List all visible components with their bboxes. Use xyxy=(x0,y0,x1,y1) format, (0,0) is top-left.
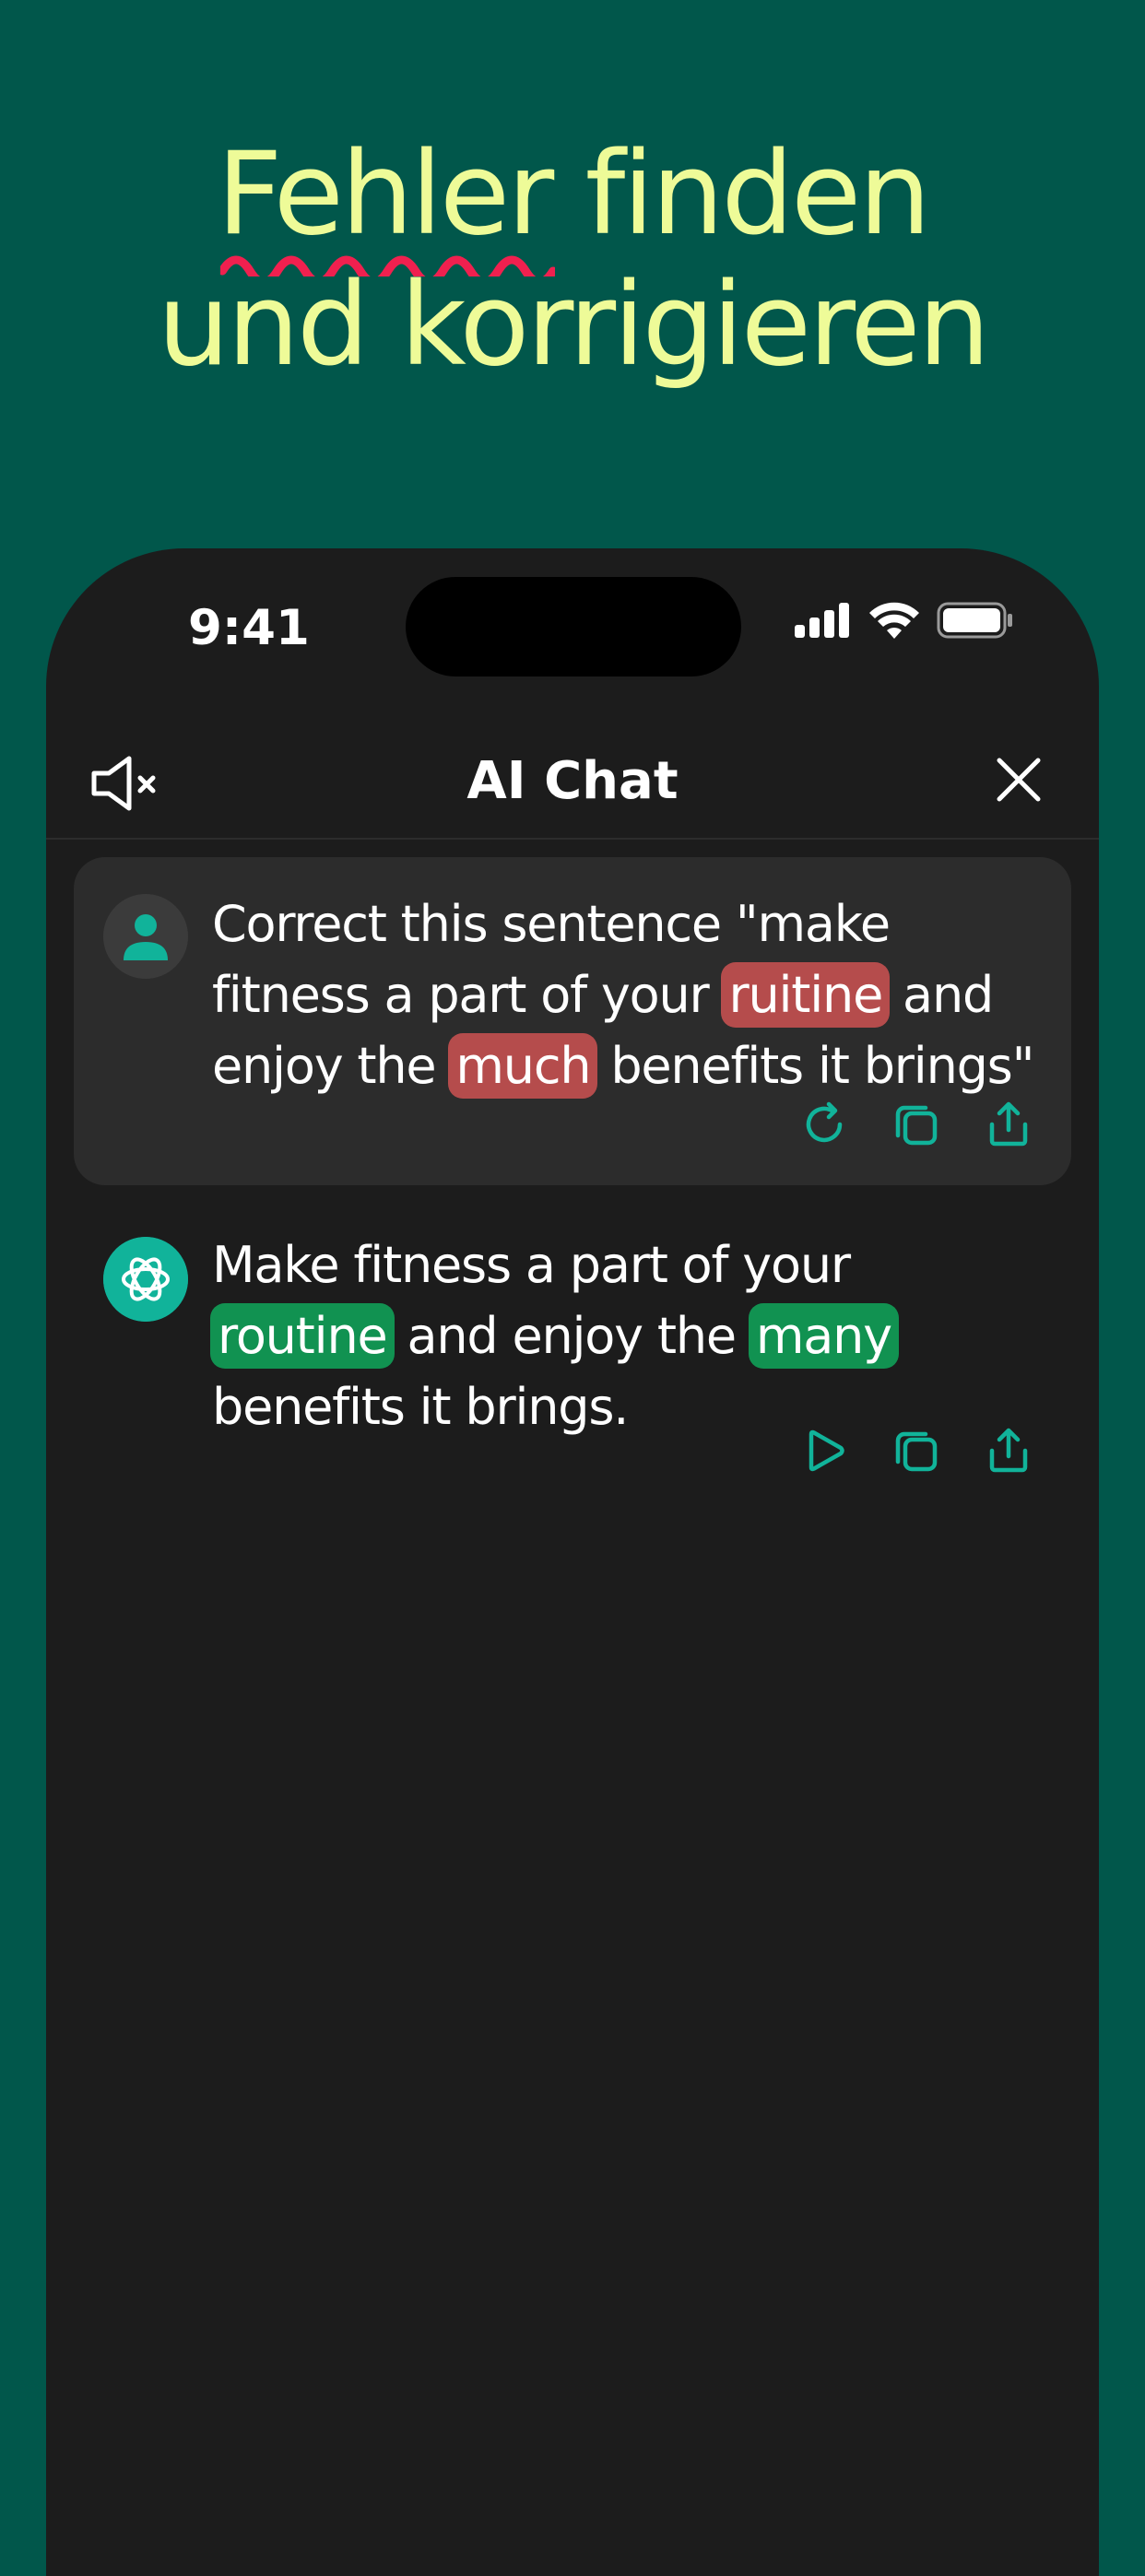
dynamic-island xyxy=(406,577,741,676)
headline-error-word: Fehler xyxy=(217,128,556,276)
status-bar: 9:41 xyxy=(46,548,1099,687)
ai-message-bubble: Make fitness a part of your routine and … xyxy=(74,1198,1071,1475)
correction-highlight: routine xyxy=(210,1303,395,1369)
error-highlight: much xyxy=(448,1033,598,1099)
ai-text-part: benefits it brings. xyxy=(212,1378,629,1436)
ai-text-part: Make fitness a part of your xyxy=(212,1236,851,1294)
status-icons xyxy=(795,602,1014,639)
headline: Fehler finden und korrigieren xyxy=(0,129,1145,391)
headline-line-1-rest: finden xyxy=(551,128,931,261)
user-message-text: Correct this sentence "make fitness a pa… xyxy=(212,888,1042,1101)
page-title: AI Chat xyxy=(466,751,679,811)
status-time: 9:41 xyxy=(188,600,310,656)
user-message-actions xyxy=(800,1100,1033,1148)
share-icon[interactable] xyxy=(985,1427,1033,1475)
refresh-icon[interactable] xyxy=(800,1100,848,1148)
user-message-bubble: Correct this sentence "make fitness a pa… xyxy=(74,857,1071,1185)
chat-header: AI Chat xyxy=(46,723,1099,840)
ai-avatar-icon xyxy=(103,1237,188,1322)
headline-error-text: Fehler xyxy=(217,128,554,261)
error-highlight: ruitine xyxy=(721,962,891,1028)
wifi-icon xyxy=(869,602,919,639)
close-icon[interactable] xyxy=(992,753,1045,806)
copy-icon[interactable] xyxy=(892,1100,940,1148)
correction-highlight: many xyxy=(748,1303,899,1369)
phone-frame: 9:41 AI Chat Correct this sentence "make… xyxy=(46,548,1099,2576)
headline-line-2: und korrigieren xyxy=(157,259,990,392)
share-icon[interactable] xyxy=(985,1100,1033,1148)
user-text-part: benefits it brings" xyxy=(596,1037,1034,1095)
headline-line-1: Fehler finden xyxy=(0,128,1145,276)
ai-message-text: Make fitness a part of your routine and … xyxy=(210,1229,1042,1442)
copy-icon[interactable] xyxy=(892,1427,940,1475)
cellular-signal-icon xyxy=(795,603,849,638)
squiggle-underline-icon xyxy=(220,255,556,276)
user-avatar-icon xyxy=(103,894,188,979)
play-icon[interactable] xyxy=(800,1427,848,1475)
ai-message-actions xyxy=(800,1427,1033,1475)
ai-text-part: and enjoy the xyxy=(392,1307,750,1365)
battery-icon xyxy=(937,602,1012,639)
